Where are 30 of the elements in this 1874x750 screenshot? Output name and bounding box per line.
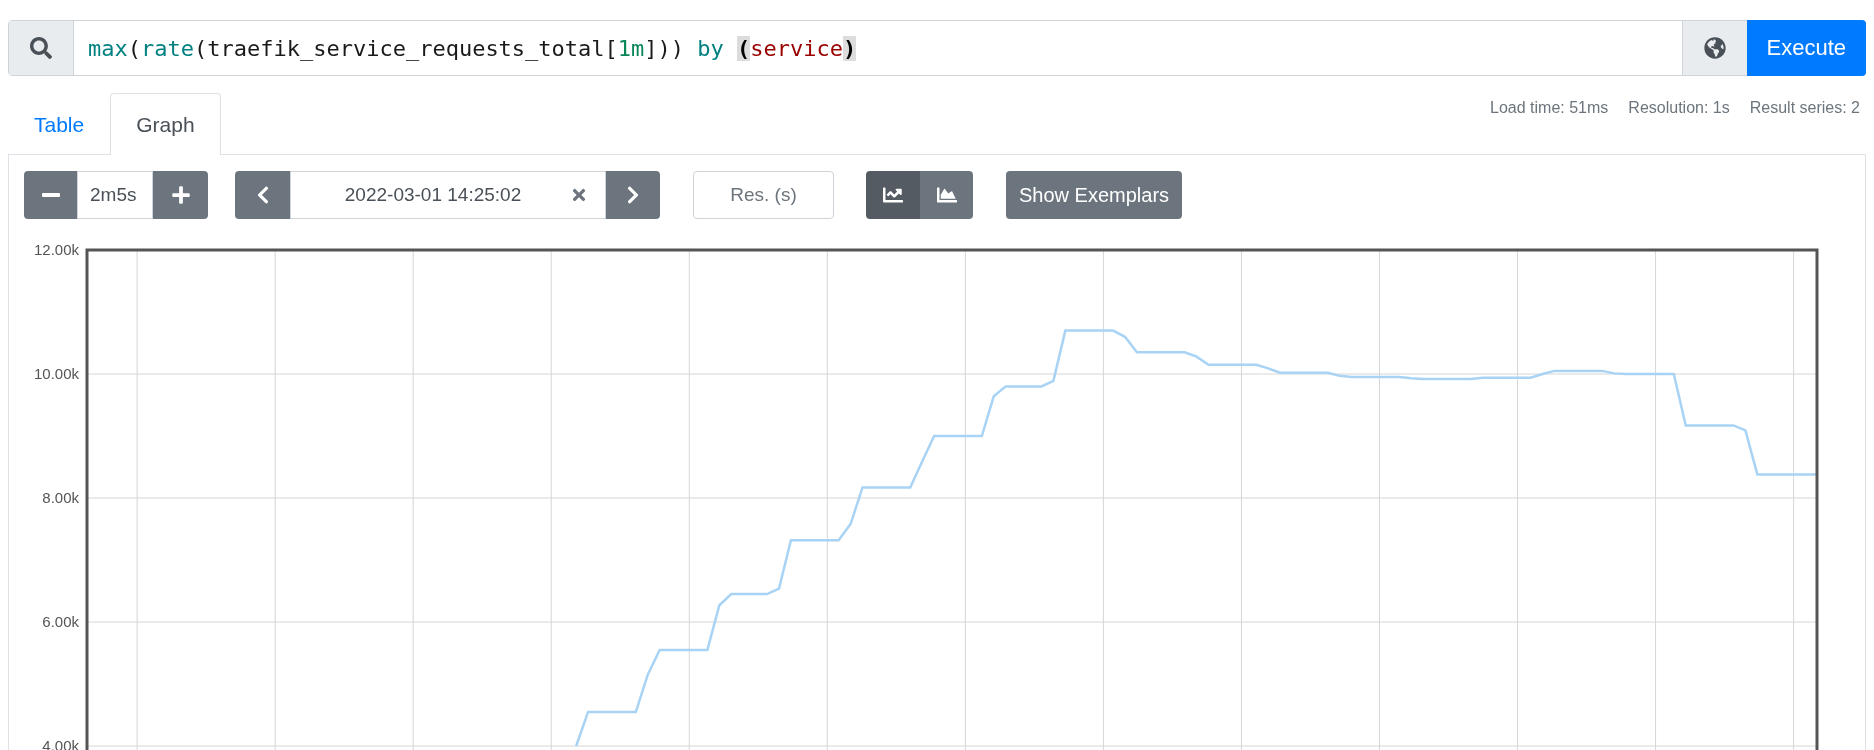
y-axis-label: 8.00k <box>42 489 79 506</box>
plus-icon <box>170 185 191 205</box>
line-chart-icon <box>883 185 903 205</box>
globe-button[interactable] <box>1681 21 1747 75</box>
query-expression[interactable]: max(rate(traefik_service_requests_total[1m])) by (service) <box>74 21 1682 75</box>
search-icon <box>30 37 52 59</box>
y-axis-label: 10.00k <box>33 365 79 382</box>
range-input[interactable]: 2m5s <box>77 171 153 219</box>
end-time-input[interactable]: 2022-03-01 14:25:02 <box>290 171 606 219</box>
increase-range-button[interactable] <box>153 171 208 219</box>
query-stat: Resolution: 1s <box>1628 99 1730 117</box>
decrease-range-button[interactable] <box>24 171 77 219</box>
clear-icon[interactable] <box>570 186 588 204</box>
query-bar[interactable]: max(rate(traefik_service_requests_total[1m])) by (service) Execute <box>8 20 1866 76</box>
next-button[interactable] <box>606 171 660 219</box>
globe-icon <box>1703 37 1726 59</box>
minus-icon <box>41 193 60 197</box>
previous-button[interactable] <box>235 171 290 219</box>
show-exemplars-button[interactable]: Show Exemplars <box>1006 171 1183 219</box>
execute-button[interactable]: Execute <box>1746 20 1866 76</box>
chart-type-button[interactable] <box>866 171 920 219</box>
chart-type-button[interactable] <box>920 171 973 219</box>
tab[interactable]: Graph <box>110 93 221 155</box>
area-chart-icon <box>936 185 957 205</box>
y-axis-label: 12.00k <box>33 241 79 258</box>
query-stat: Result series: 2 <box>1749 99 1860 117</box>
query-stat: Load time: 51ms <box>1490 99 1609 117</box>
y-axis-label: 6.00k <box>42 613 79 630</box>
tab[interactable]: Table <box>8 93 111 155</box>
resolution-input[interactable]: Res. (s) <box>693 171 834 219</box>
